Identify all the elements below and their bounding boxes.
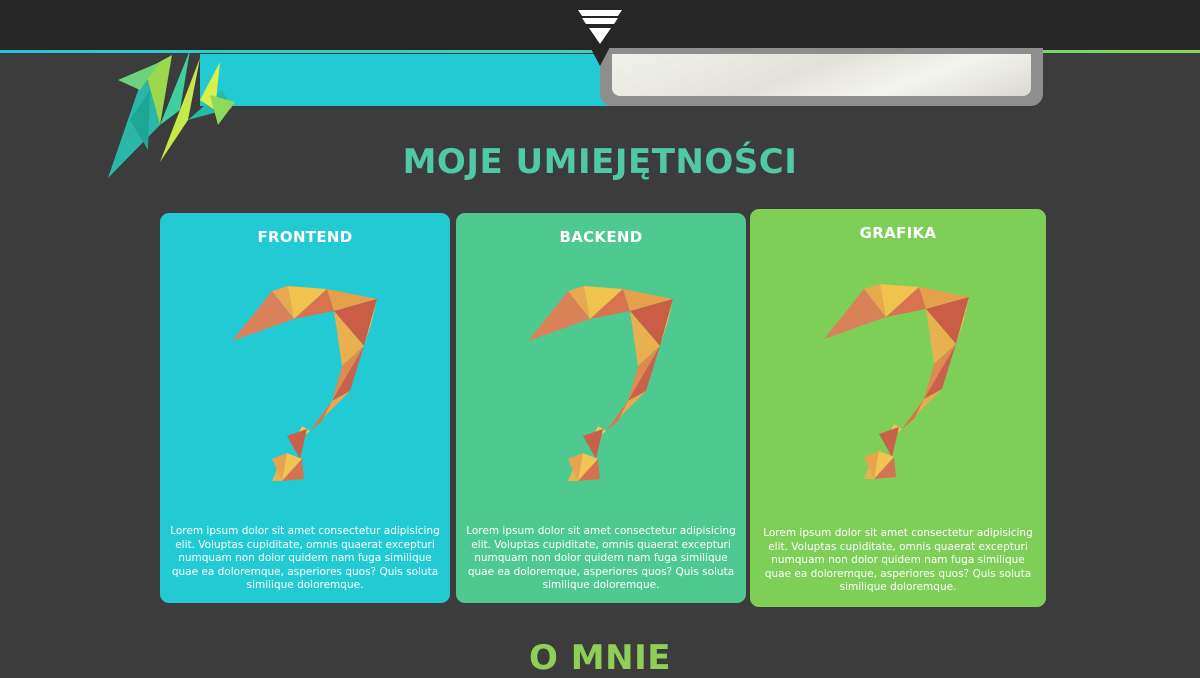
question-mark-icon (528, 286, 673, 481)
skill-card-title: GRAFIKA (859, 224, 937, 242)
question-mark-icon (232, 286, 377, 481)
hero-image (612, 54, 1031, 96)
diamond-logo-icon[interactable] (574, 4, 626, 66)
skill-card-title: FRONTEND (257, 228, 353, 246)
skill-card-description: Lorem ipsum dolor sit amet consectetur a… (763, 527, 1033, 593)
skill-card-title: BACKEND (559, 228, 643, 246)
skills-section-title: MOJE UMIEJĘTNOŚCI (402, 142, 798, 182)
about-section-title: O MNIE (529, 638, 671, 678)
hero-image-frame (600, 48, 1043, 106)
skill-card-description: Lorem ipsum dolor sit amet consectetur a… (170, 525, 440, 591)
skill-card-grafika: GRAFIKA Lorem ipsum dolor sit amet conse… (750, 209, 1046, 607)
skill-card-frontend: FRONTEND Lorem ipsum dolor sit amet cons… (160, 213, 450, 603)
skill-card-description: Lorem ipsum dolor sit amet consectetur a… (466, 525, 736, 591)
skill-card-backend: BACKEND Lorem ipsum dolor sit amet conse… (456, 213, 746, 603)
hero-teal-band (200, 54, 610, 106)
question-mark-icon (824, 284, 969, 479)
